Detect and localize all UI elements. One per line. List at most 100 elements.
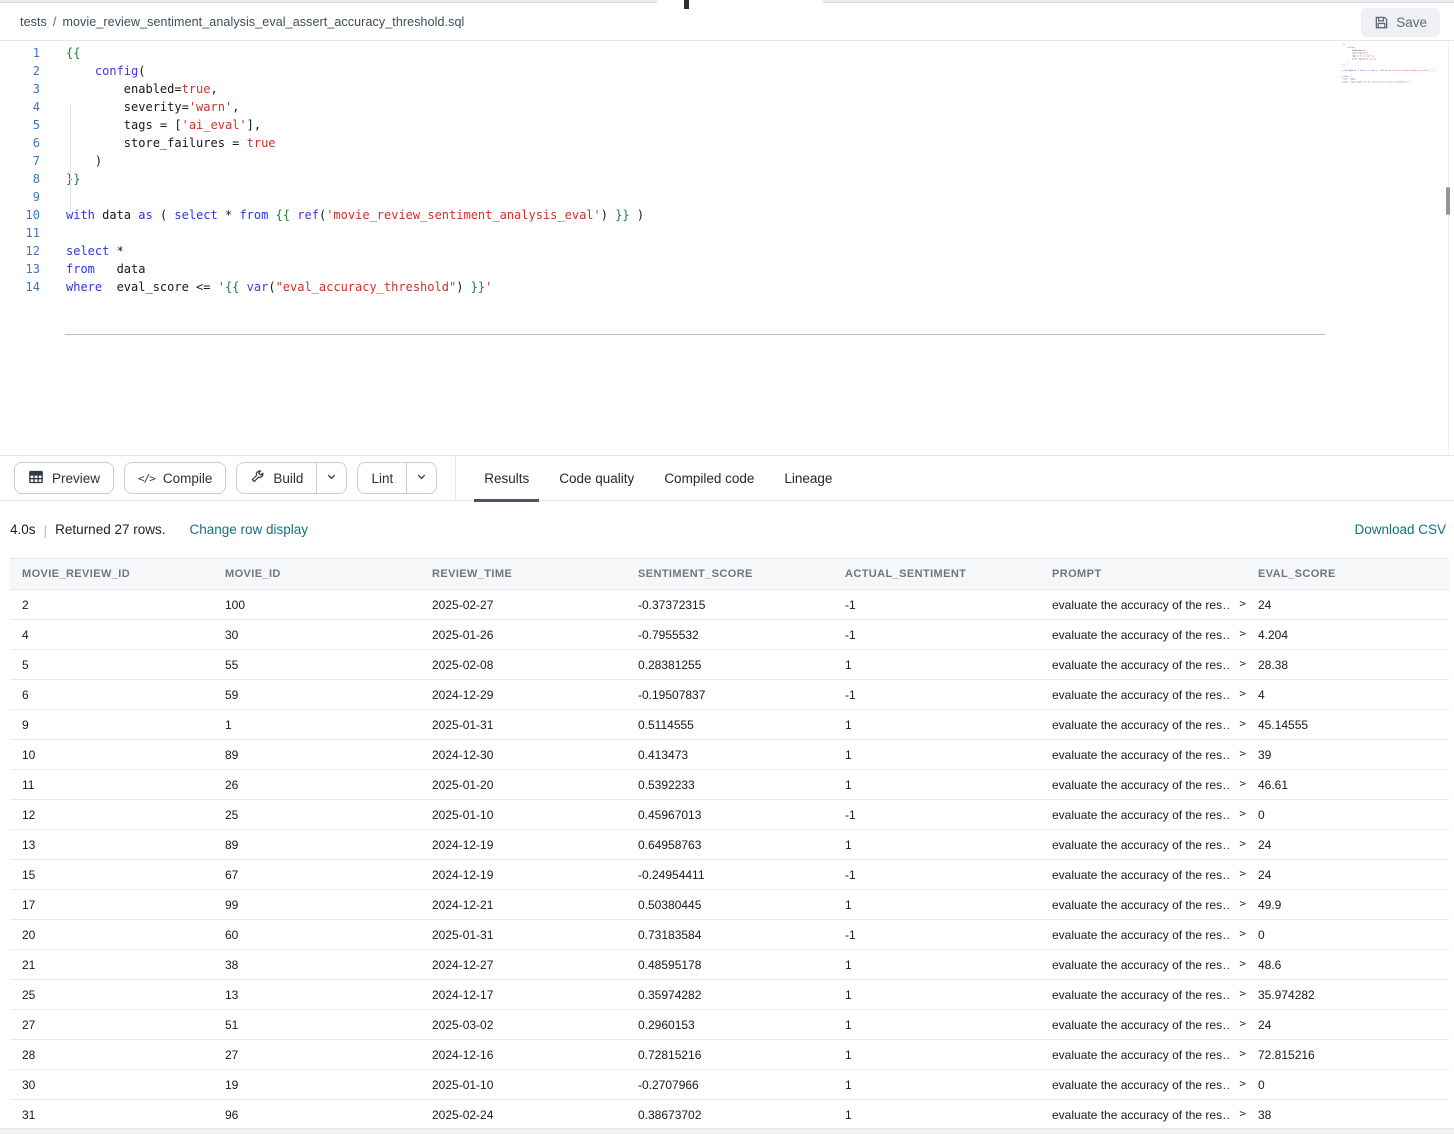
table-cell: 13 [10, 830, 213, 859]
expand-cell-icon[interactable]: > [1239, 957, 1246, 970]
compile-button[interactable]: </> Compile [124, 462, 226, 494]
tab-compiled-code[interactable]: Compiled code [654, 455, 764, 501]
prompt-text: evaluate the accuracy of the res… [1052, 1048, 1231, 1062]
table-cell: 72.815216 [1246, 1040, 1449, 1069]
expand-cell-icon[interactable]: > [1239, 1077, 1246, 1090]
file-header: tests/movie_review_sentiment_analysis_ev… [0, 4, 1454, 41]
column-header: REVIEW_TIME [420, 559, 626, 589]
prompt-text: evaluate the accuracy of the res… [1052, 898, 1231, 912]
table-row: 5552025-02-080.283812551evaluate the acc… [10, 650, 1449, 680]
table-cell: 26 [213, 770, 420, 799]
line-number: 3 [0, 80, 40, 98]
minimap[interactable]: 1{{2 config(3 enabled=true,4 severity='w… [1332, 43, 1448, 171]
download-csv-link[interactable]: Download CSV [1354, 522, 1446, 537]
breadcrumb-section[interactable]: tests [20, 15, 47, 29]
code-text: enabled=true, [66, 80, 218, 98]
table-row: 17992024-12-210.503804451evaluate the ac… [10, 890, 1449, 920]
expand-cell-icon[interactable]: > [1239, 1017, 1246, 1030]
table-cell: 5 [10, 650, 213, 679]
expand-cell-icon[interactable]: > [1239, 777, 1246, 790]
table-cell: 60 [213, 920, 420, 949]
build-button[interactable]: Build [237, 463, 316, 493]
prompt-text: evaluate the accuracy of the res… [1052, 1108, 1231, 1122]
table-cell: 0 [1246, 1070, 1449, 1099]
expand-cell-icon[interactable]: > [1239, 657, 1246, 670]
prompt-text: evaluate the accuracy of the res… [1052, 778, 1231, 792]
editor-scrollbar-thumb[interactable] [1446, 187, 1450, 215]
table-row: 4302025-01-26-0.7955532-1evaluate the ac… [10, 620, 1449, 650]
expand-cell-icon[interactable]: > [1239, 927, 1246, 940]
table-cell: 1 [833, 890, 1040, 919]
table-cell: 1 [833, 740, 1040, 769]
table-cell: 2025-02-27 [420, 590, 626, 619]
table-cell: 27 [10, 1010, 213, 1039]
editor-toolbar: Preview </> Compile Build [0, 455, 1454, 501]
table-cell: -1 [833, 800, 1040, 829]
table-cell: 0.35974282 [626, 980, 833, 1009]
table-cell: 2025-01-10 [420, 800, 626, 829]
lint-button[interactable]: Lint [358, 463, 406, 493]
prompt-text: evaluate the accuracy of the res… [1052, 958, 1231, 972]
expand-cell-icon[interactable]: > [1239, 597, 1246, 610]
table-cell: -0.24954411 [626, 860, 833, 889]
table-cell: 2024-12-30 [420, 740, 626, 769]
table-cell: 0.72815216 [626, 1040, 833, 1069]
code-icon: </> [138, 472, 155, 485]
save-label: Save [1396, 15, 1427, 30]
table-icon [28, 469, 44, 488]
line-number: 8 [0, 170, 40, 188]
tab-code-quality[interactable]: Code quality [549, 455, 644, 501]
table-cell: 0.73183584 [626, 920, 833, 949]
table-cell: 2024-12-16 [420, 1040, 626, 1069]
code-editor[interactable]: 1{{2 config(3 enabled=true,4 severity='w… [0, 41, 1454, 455]
code-line: 12select * [0, 242, 1454, 260]
table-cell: 1 [213, 710, 420, 739]
expand-cell-icon[interactable]: > [1239, 867, 1246, 880]
expand-cell-icon[interactable]: > [1239, 747, 1246, 760]
code-text: from data [66, 260, 145, 278]
expand-cell-icon[interactable]: > [1239, 987, 1246, 1000]
expand-cell-icon[interactable]: > [1239, 1047, 1246, 1060]
table-cell: 30 [213, 620, 420, 649]
line-number: 10 [0, 206, 40, 224]
code-line: 1{{ [0, 44, 1454, 62]
table-cell: 0.45967013 [626, 800, 833, 829]
change-row-display-link[interactable]: Change row display [189, 522, 308, 537]
expand-cell-icon[interactable]: > [1239, 807, 1246, 820]
expand-cell-icon[interactable]: > [1239, 837, 1246, 850]
tab-label: Results [484, 471, 529, 486]
save-button[interactable]: Save [1361, 8, 1440, 37]
expand-cell-icon[interactable]: > [1239, 1107, 1246, 1120]
prompt-cell: evaluate the accuracy of the res… > [1040, 950, 1246, 979]
table-cell: 1 [833, 1070, 1040, 1099]
table-cell: 31 [10, 1100, 213, 1129]
tab-results[interactable]: Results [474, 455, 539, 501]
table-cell: 12 [10, 800, 213, 829]
preview-button[interactable]: Preview [14, 462, 114, 494]
expand-cell-icon[interactable]: > [1239, 687, 1246, 700]
lint-dropdown-toggle[interactable] [406, 463, 436, 493]
table-cell: 1 [833, 710, 1040, 739]
line-number: 13 [0, 260, 40, 278]
expand-cell-icon[interactable]: > [1239, 627, 1246, 640]
table-row: 30192025-01-10-0.27079661evaluate the ac… [10, 1070, 1449, 1100]
table-row: 21002025-02-27-0.37372315-1evaluate the … [10, 590, 1449, 620]
expand-cell-icon[interactable]: > [1239, 717, 1246, 730]
code-text: }} [1343, 63, 1345, 66]
prompt-cell: evaluate the accuracy of the res… > [1040, 1100, 1246, 1129]
table-cell: 2025-01-10 [420, 1070, 626, 1099]
tab-lineage[interactable]: Lineage [774, 455, 842, 501]
build-dropdown-toggle[interactable] [316, 463, 346, 493]
prompt-text: evaluate the accuracy of the res… [1052, 838, 1231, 852]
prompt-cell: evaluate the accuracy of the res…> [1040, 590, 1246, 619]
table-cell: 28.38 [1246, 650, 1449, 679]
line-number: 7 [0, 152, 40, 170]
horizontal-scrollbar[interactable] [0, 1128, 1454, 1134]
table-cell: 28 [10, 1040, 213, 1069]
table-cell: 10 [10, 740, 213, 769]
expand-cell-icon[interactable]: > [1239, 897, 1246, 910]
table-row: 15672024-12-19-0.24954411-1evaluate the … [10, 860, 1449, 890]
table-cell: 6 [10, 680, 213, 709]
line-number: 4 [0, 98, 40, 116]
tabbar-remnant-right [823, 0, 1454, 3]
